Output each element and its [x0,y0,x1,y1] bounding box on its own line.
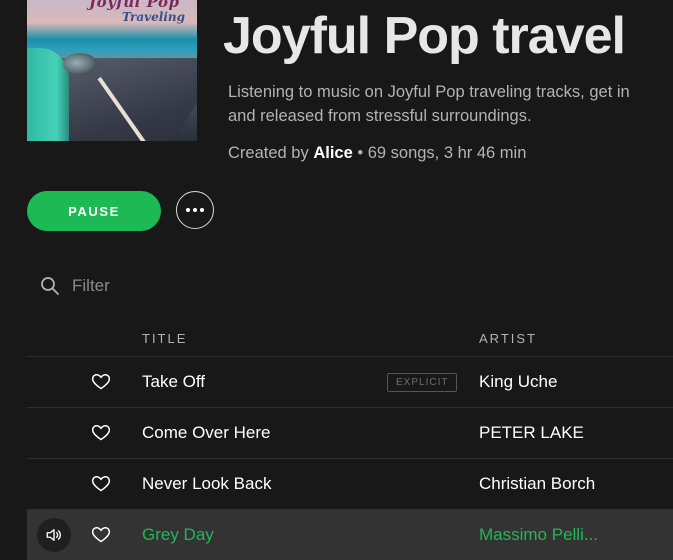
filter-box[interactable] [40,276,272,296]
track-artist[interactable]: King Uche [479,372,557,392]
track-artist[interactable]: Christian Borch [479,474,595,494]
heart-icon[interactable] [91,371,111,391]
track-title[interactable]: Never Look Back [142,474,271,494]
track-title[interactable]: Come Over Here [142,423,270,443]
search-icon [41,277,59,295]
more-options-button[interactable] [176,191,214,229]
owner-link[interactable]: Alice [313,144,352,162]
track-row[interactable]: Come Over Here PETER LAKE [27,407,673,458]
cover-title-line2: Traveling [122,10,185,24]
heart-icon[interactable] [91,473,111,493]
explicit-badge: EXPLICIT [387,373,458,392]
track-title[interactable]: Take Off [142,372,205,392]
description-line-1: Listening to music on Joyful Pop traveli… [228,83,630,101]
cover-mirror [63,53,97,75]
track-row-playing[interactable]: Grey Day Massimo Pelli... [27,509,673,560]
filter-input[interactable] [72,276,272,296]
playlist-title: Joyful Pop travel [223,7,626,65]
playlist-stats: • 69 songs, 3 hr 46 min [357,144,527,162]
column-header-artist[interactable]: ARTIST [479,331,537,346]
track-title[interactable]: Grey Day [142,525,214,545]
playlist-description: Listening to music on Joyful Pop traveli… [228,80,673,128]
track-artist[interactable]: Massimo Pelli... [479,525,598,545]
heart-icon[interactable] [91,422,111,442]
track-row[interactable]: Take Off EXPLICIT King Uche [27,356,673,407]
track-row[interactable]: Never Look Back Christian Borch [27,458,673,509]
created-by-label: Created by [228,144,309,162]
track-artist[interactable]: PETER LAKE [479,423,584,443]
playlist-meta: Created by Alice • 69 songs, 3 hr 46 min [228,144,526,163]
column-header-title[interactable]: TITLE [142,331,187,346]
heart-icon[interactable] [91,524,111,544]
track-list: Take Off EXPLICIT King Uche Come Over He… [27,356,673,560]
ellipsis-icon [200,208,204,212]
ellipsis-icon [193,208,197,212]
pause-button[interactable]: PAUSE [27,191,161,231]
speaker-icon[interactable] [37,518,71,552]
ellipsis-icon [186,208,190,212]
description-line-2: and released from stressful surroundings… [228,107,532,125]
playlist-cover[interactable]: Joyful Pop Traveling [27,0,197,141]
